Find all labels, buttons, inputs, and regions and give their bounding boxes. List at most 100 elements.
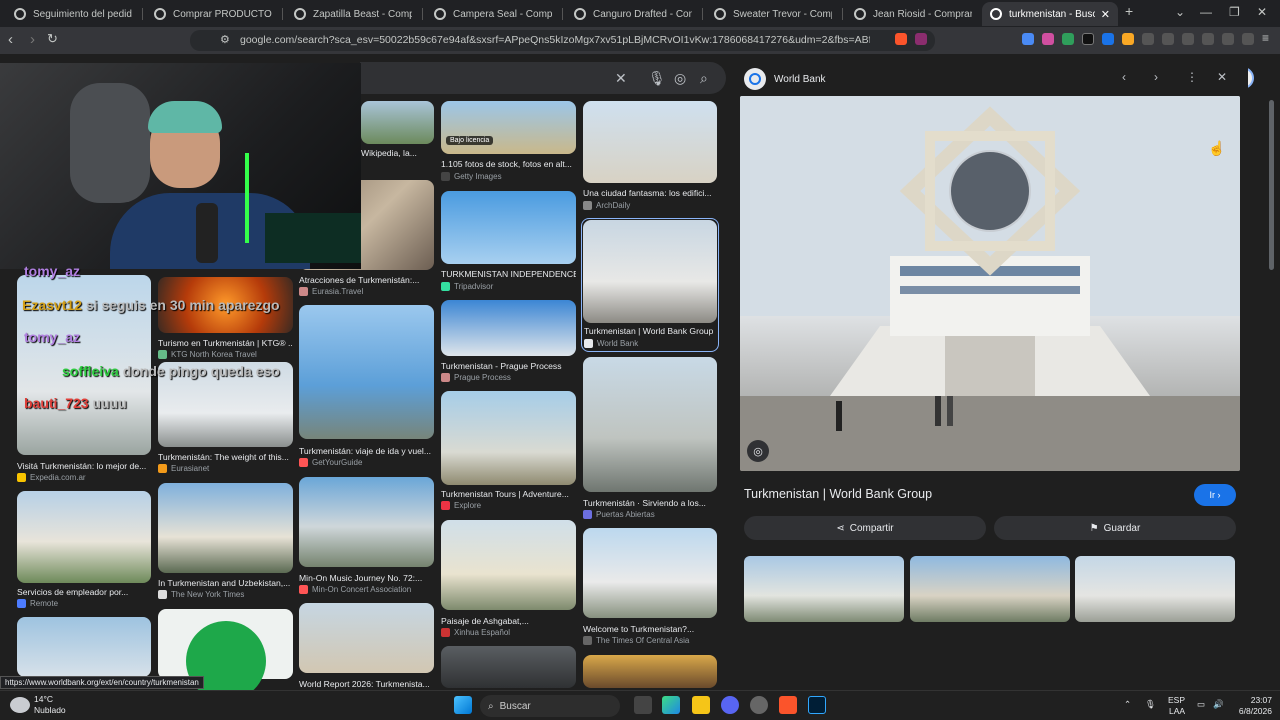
preview-image[interactable]: ◎: [740, 96, 1240, 471]
result-card[interactable]: Turkmenistán · Sirviendo a los... Puerta…: [583, 357, 717, 521]
steam-icon[interactable]: [750, 696, 768, 714]
volume-icon[interactable]: 🔊: [1213, 699, 1224, 710]
result-card[interactable]: Paisaje de Ashgabat,... Xinhua Español: [441, 520, 576, 640]
result-card[interactable]: Bajo licencia 1.105 fotos de stock, foto…: [441, 101, 576, 183]
result-image[interactable]: [441, 300, 576, 356]
result-image[interactable]: [441, 520, 576, 610]
wallet-icon[interactable]: [1202, 33, 1214, 45]
close-window-icon[interactable]: ✕: [1257, 5, 1267, 19]
go-to-site-button[interactable]: Ir ›: [1194, 484, 1236, 506]
weather-desc[interactable]: Nublado: [34, 705, 66, 715]
result-card[interactable]: Wikipedia, la...: [361, 101, 434, 161]
tab-4[interactable]: Canguro Drafted - Comprar e: [566, 2, 700, 26]
close-tab-icon[interactable]: ✕: [1095, 8, 1110, 21]
brave-icon[interactable]: [779, 696, 797, 714]
photoshop-icon[interactable]: [808, 696, 826, 714]
tab-6[interactable]: Jean Riosid - Comprar en Mo: [846, 2, 980, 26]
related-image[interactable]: [1075, 556, 1235, 622]
close-preview-icon[interactable]: ✕: [1217, 70, 1227, 84]
result-card[interactable]: In Turkmenistan and Uzbekistan,... The N…: [158, 483, 293, 601]
tiktok-extension-icon[interactable]: [1082, 33, 1094, 45]
vpn-icon[interactable]: [1242, 33, 1254, 45]
result-image[interactable]: [158, 609, 293, 701]
result-image[interactable]: [299, 477, 434, 567]
tab-5[interactable]: Sweater Trevor - Comprar en: [706, 2, 840, 26]
result-card[interactable]: World Report 2026: Turkmenista...: [299, 603, 434, 689]
result-image[interactable]: [361, 101, 434, 144]
related-image[interactable]: [910, 556, 1070, 622]
clear-search-icon[interactable]: ✕: [615, 70, 627, 87]
result-card[interactable]: [583, 655, 717, 688]
result-image[interactable]: [299, 305, 434, 439]
result-image[interactable]: [299, 603, 434, 673]
preview-title[interactable]: Turkmenistan | World Bank Group: [744, 487, 932, 501]
back-icon[interactable]: ‹: [8, 31, 13, 48]
edge-icon[interactable]: [662, 696, 680, 714]
result-image[interactable]: [583, 220, 717, 323]
result-card[interactable]: [441, 646, 576, 688]
discord-icon[interactable]: [721, 696, 739, 714]
reload-icon[interactable]: ↻: [47, 31, 58, 47]
result-image[interactable]: [583, 101, 717, 183]
result-image[interactable]: [158, 483, 293, 573]
search-box[interactable]: ✕ 🎙 ◎ ⌕: [360, 62, 726, 94]
site-info-icon[interactable]: ⚙: [220, 33, 230, 46]
tab-1[interactable]: Comprar PRODUCTOS en Mo: [146, 2, 280, 26]
address-bar[interactable]: ⚙ google.com/search?sca_esv=50022b59c67e…: [190, 30, 935, 51]
extension-icon[interactable]: [1022, 33, 1034, 45]
new-tab-button[interactable]: +: [1125, 3, 1133, 19]
tray-chevron-icon[interactable]: ⌃: [1124, 699, 1131, 710]
result-card[interactable]: Una ciudad fantasma: los edifici... Arch…: [583, 101, 717, 211]
tab-3[interactable]: Campera Seal - Comprar en M: [426, 2, 560, 26]
result-image[interactable]: [583, 528, 717, 618]
clock-date[interactable]: 6/8/2026: [1230, 706, 1272, 716]
result-image[interactable]: Bajo licencia: [441, 101, 576, 154]
search-icon[interactable]: ⌕: [700, 70, 708, 87]
forward-icon[interactable]: ›: [30, 31, 35, 48]
tab-search-icon[interactable]: ⌄: [1175, 5, 1185, 19]
network-icon[interactable]: ▭: [1197, 699, 1205, 710]
next-icon[interactable]: ›: [1154, 70, 1158, 84]
media-icon[interactable]: [1162, 33, 1174, 45]
result-card[interactable]: Turkmenistan Tours | Adventure... Explor…: [441, 391, 576, 513]
result-card[interactable]: [17, 617, 151, 677]
result-card[interactable]: Min-On Music Journey No. 72:... Min-On C…: [299, 477, 434, 595]
result-card[interactable]: Turkmenistan - Prague Process Prague Pro…: [441, 300, 576, 384]
result-image[interactable]: [17, 491, 151, 583]
result-card[interactable]: TURKMENISTAN INDEPENDENCE... Tripadvisor: [441, 191, 576, 291]
result-image[interactable]: [583, 655, 717, 688]
extension-icon[interactable]: [1102, 33, 1114, 45]
weather-cloud-icon[interactable]: [10, 697, 30, 713]
sidebar-icon[interactable]: [1182, 33, 1194, 45]
lens-search-icon[interactable]: ◎: [674, 70, 686, 87]
previous-icon[interactable]: ‹: [1122, 70, 1126, 84]
task-view-icon[interactable]: [634, 696, 652, 714]
clock-time[interactable]: 23:07: [1238, 695, 1272, 705]
taskbar-search[interactable]: ⌕ Buscar: [480, 695, 620, 717]
maximize-icon[interactable]: ❐: [1229, 5, 1240, 19]
file-explorer-icon[interactable]: [692, 696, 710, 714]
brave-shields-icon[interactable]: [895, 33, 907, 45]
url-text[interactable]: google.com/search?sca_esv=50022b59c67e94…: [240, 34, 870, 46]
tab-7[interactable]: turkmenistan - Buscar co✕: [982, 2, 1118, 26]
preview-scrollbar[interactable]: [1269, 100, 1274, 270]
extension-icon[interactable]: [1062, 33, 1074, 45]
result-card[interactable]: Turismo en Turkmenistán | KTG® ... KTG N…: [158, 277, 293, 359]
windows-start-icon[interactable]: [454, 696, 472, 714]
language-indicator[interactable]: ESP: [1168, 695, 1185, 705]
result-image[interactable]: [583, 357, 717, 492]
result-card[interactable]: Turkmenistán: viaje de ida y vuel... Get…: [299, 305, 434, 471]
result-image[interactable]: [441, 191, 576, 264]
mic-icon[interactable]: 🎙: [1145, 699, 1156, 710]
menu-icon[interactable]: ≡: [1262, 31, 1269, 45]
related-image[interactable]: [744, 556, 904, 622]
preview-source[interactable]: World Bank: [744, 68, 826, 90]
extension-icon[interactable]: [1122, 33, 1134, 45]
save-button[interactable]: ⚑ Guardar: [994, 516, 1236, 540]
result-card[interactable]: [158, 609, 293, 701]
voice-search-icon[interactable]: 🎙: [648, 70, 666, 87]
lens-search-icon[interactable]: ◎: [747, 440, 769, 462]
more-options-icon[interactable]: ⋮: [1186, 70, 1198, 84]
extension-icon[interactable]: [1042, 33, 1054, 45]
result-image[interactable]: [17, 617, 151, 677]
